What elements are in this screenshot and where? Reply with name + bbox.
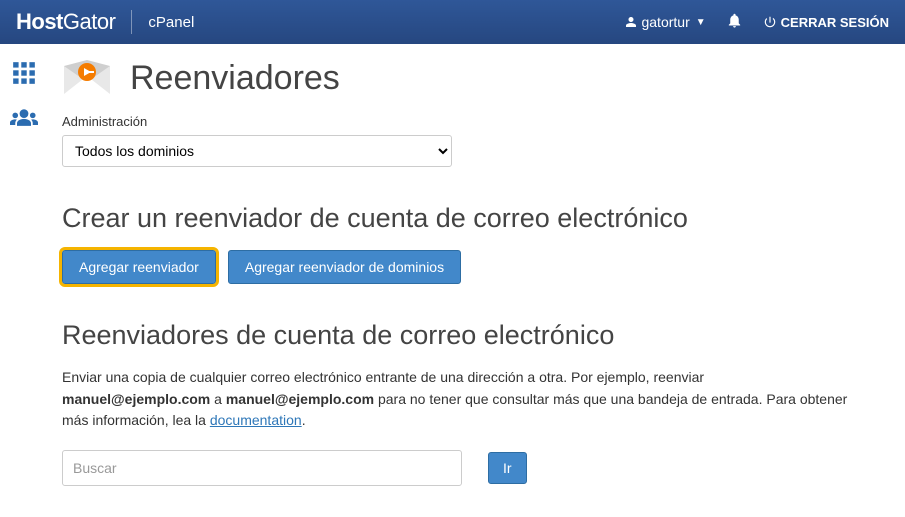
documentation-link[interactable]: documentation <box>210 412 302 428</box>
add-forwarder-button[interactable]: Agregar reenviador <box>62 250 216 284</box>
logout-icon <box>763 15 777 29</box>
main-content: Reenviadores Administración Todos los do… <box>48 44 868 506</box>
apps-icon <box>11 60 37 86</box>
forwarders-icon <box>62 58 112 98</box>
user-icon <box>625 16 637 28</box>
cpanel-label: cPanel <box>148 14 194 31</box>
add-domain-forwarder-button[interactable]: Agregar reenviador de dominios <box>228 250 461 284</box>
sidebar-item-apps[interactable] <box>11 60 37 89</box>
page-title: Reenviadores <box>130 59 340 98</box>
user-menu[interactable]: gatortur ▼ <box>625 14 705 30</box>
bell-icon <box>726 12 743 29</box>
admin-label: Administración <box>62 114 848 129</box>
forwarders-list-heading: Reenviadores de cuenta de correo electró… <box>62 320 848 351</box>
top-bar: HostGator cPanel gatortur ▼ CERRAR SESIÓ… <box>0 0 905 44</box>
chevron-down-icon: ▼ <box>696 17 706 28</box>
forwarders-description: Enviar una copia de cualquier correo ele… <box>62 367 848 432</box>
brand-logo: HostGator <box>16 9 115 35</box>
username: gatortur <box>641 14 689 30</box>
search-input[interactable] <box>62 450 462 486</box>
domain-select[interactable]: Todos los dominios <box>62 135 452 167</box>
search-go-button[interactable]: Ir <box>488 452 527 484</box>
users-icon <box>10 107 38 129</box>
sidebar <box>0 44 48 506</box>
sidebar-item-users[interactable] <box>10 107 38 132</box>
page-header: Reenviadores <box>62 58 848 98</box>
divider <box>131 10 132 34</box>
notifications-button[interactable] <box>726 12 743 32</box>
logout-button[interactable]: CERRAR SESIÓN <box>763 15 889 30</box>
logout-label: CERRAR SESIÓN <box>781 15 889 30</box>
create-forwarder-heading: Crear un reenviador de cuenta de correo … <box>62 203 848 234</box>
